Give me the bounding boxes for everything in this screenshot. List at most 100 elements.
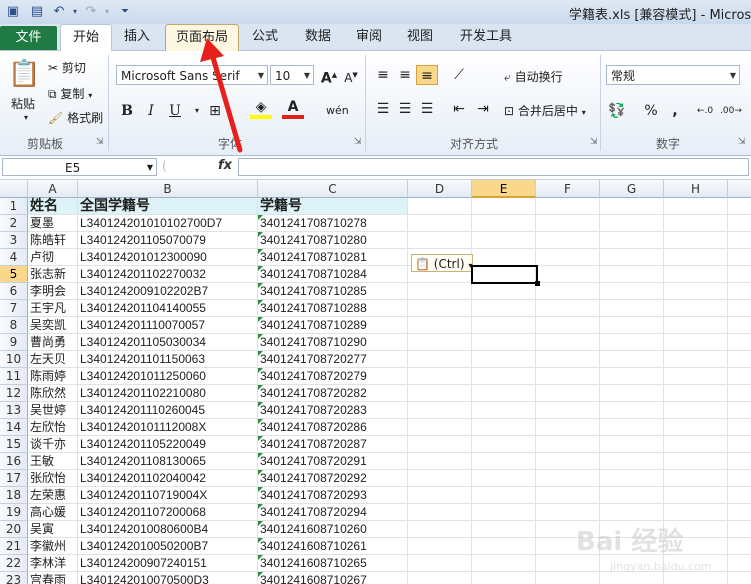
cell-empty[interactable] [600,385,664,402]
row-header[interactable]: 16 [0,453,28,470]
grow-font-icon[interactable]: A▲ [318,65,340,87]
cell-empty[interactable] [664,453,728,470]
cell-empty[interactable] [472,385,536,402]
cell-name[interactable]: 张志新 [28,266,78,283]
tab-page-layout[interactable]: 页面布局 [165,24,239,51]
cell-empty[interactable] [536,300,600,317]
cell-name[interactable]: 王敏 [28,453,78,470]
font-color-icon[interactable]: A [282,99,304,119]
row-header[interactable]: 21 [0,538,28,555]
merge-center-button[interactable]: ⊡ 合并后居中 ▾ [504,102,586,119]
cell-empty[interactable] [600,266,664,283]
cell-empty[interactable] [664,198,728,215]
row-header[interactable]: 20 [0,521,28,538]
cell-empty[interactable] [472,232,536,249]
cell-empty[interactable] [536,215,600,232]
cell-national-id[interactable]: L340124201107200068 [78,504,258,521]
cell-empty[interactable] [472,283,536,300]
cell-empty[interactable] [664,487,728,504]
cell-national-id[interactable]: L340124201012300090 [78,249,258,266]
row-header[interactable]: 11 [0,368,28,385]
cell-empty[interactable] [664,436,728,453]
format-painter-button[interactable]: 🖌 格式刷 [48,109,103,126]
cell-student-id[interactable]: 3401241708710289 [258,317,408,334]
name-box[interactable]: E5 ▼ [2,158,157,176]
cell-empty[interactable] [472,487,536,504]
cell-empty[interactable] [408,334,472,351]
cell-national-id[interactable]: L34012420110719004X [78,487,258,504]
row-header[interactable]: 14 [0,419,28,436]
cell-name[interactable]: 卢彻 [28,249,78,266]
cell-empty[interactable] [728,504,751,521]
underline-button[interactable]: U [164,101,186,121]
cell-empty[interactable] [600,504,664,521]
cell-empty[interactable] [536,419,600,436]
column-header-c[interactable]: C [258,180,408,198]
column-header-b[interactable]: B [78,180,258,198]
cell-empty[interactable] [408,453,472,470]
cell-student-id[interactable]: 3401241708710290 [258,334,408,351]
cell-name[interactable]: 夏墨 [28,215,78,232]
cell-name[interactable]: 谈千亦 [28,436,78,453]
cell-empty[interactable] [600,283,664,300]
cell-empty[interactable] [472,419,536,436]
cell-student-id[interactable]: 3401241708710281 [258,249,408,266]
cell-empty[interactable] [600,249,664,266]
cell-empty[interactable] [472,368,536,385]
cell-empty[interactable] [664,419,728,436]
cell-empty[interactable] [408,555,472,572]
cell-empty[interactable] [600,317,664,334]
cell-national-id[interactable]: L340124201011250060 [78,368,258,385]
column-header-e[interactable]: E [472,180,536,198]
cell-national-id[interactable]: L340124201110070057 [78,317,258,334]
cell-empty[interactable] [600,334,664,351]
cell-empty[interactable] [536,249,600,266]
cell-empty[interactable] [472,470,536,487]
row-header[interactable]: 7 [0,300,28,317]
cell-student-id[interactable]: 3401241708710285 [258,283,408,300]
cell-empty[interactable] [472,521,536,538]
cell-name[interactable]: 吴世婷 [28,402,78,419]
cell-empty[interactable] [664,385,728,402]
cell-name[interactable]: 李明会 [28,283,78,300]
cell-empty[interactable] [472,572,536,584]
cell-national-id[interactable]: L340124201105070079 [78,232,258,249]
currency-icon[interactable]: 💱 [606,101,628,121]
cell-empty[interactable] [536,453,600,470]
cell-empty[interactable] [536,385,600,402]
cell-name[interactable]: 陈皓轩 [28,232,78,249]
cell-empty[interactable] [728,402,751,419]
cell-national-id[interactable]: L340124201101150063 [78,351,258,368]
cell-student-id[interactable]: 3401241608710261 [258,538,408,555]
cell-empty[interactable] [408,419,472,436]
cell-student-id[interactable]: 3401241608710260 [258,521,408,538]
formula-input[interactable] [238,158,749,176]
cell-student-id[interactable]: 3401241708720277 [258,351,408,368]
row-header[interactable]: 3 [0,232,28,249]
cell-empty[interactable] [728,351,751,368]
paste-options-button[interactable]: 📋 (Ctrl) ▾ [411,254,473,272]
cell-national-id[interactable]: L340124201104140055 [78,300,258,317]
cell-empty[interactable] [408,283,472,300]
align-middle-icon[interactable]: ≡ [394,65,416,85]
align-bottom-icon[interactable]: ≡ [416,65,438,85]
row-header[interactable]: 9 [0,334,28,351]
cell-name[interactable]: 左天贝 [28,351,78,368]
copy-dropdown-icon[interactable]: ▾ [88,91,92,100]
paste-dropdown-icon[interactable]: ▾ [24,113,28,122]
cell-national-id[interactable]: L340124201108130065 [78,453,258,470]
tab-review[interactable]: 审阅 [346,24,392,50]
cell-empty[interactable] [728,419,751,436]
cell-empty[interactable] [536,436,600,453]
row-header[interactable]: 19 [0,504,28,521]
cell-empty[interactable] [408,487,472,504]
copy-button[interactable]: ⧉ 复制 ▾ [48,85,92,102]
phonetic-icon[interactable]: wén [326,101,349,121]
cell-empty[interactable] [408,385,472,402]
cell-name[interactable]: 陈欣然 [28,385,78,402]
insert-function-button[interactable]: fx [218,158,232,173]
cell-empty[interactable] [408,215,472,232]
cell-empty[interactable] [600,487,664,504]
number-launcher-icon[interactable]: ⇲ [738,137,746,147]
cell-national-id[interactable]: L340124201102270032 [78,266,258,283]
